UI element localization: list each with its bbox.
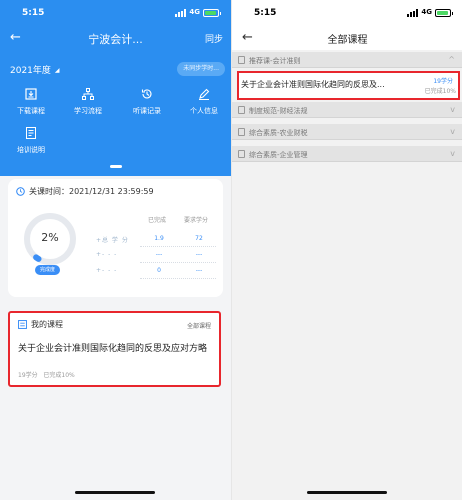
flow-icon [82,88,94,100]
page-title: 全部课程 [327,35,368,46]
menu-personal-info[interactable]: 个人信息 [181,88,227,116]
chevron-down-icon: v [450,105,455,114]
download-icon [25,88,37,100]
menu-label: 下载课程 [17,107,45,115]
section-regulations[interactable]: 制度规范-财经法规 v [232,102,462,118]
document-icon [26,127,36,139]
section-enterprise-mgmt[interactable]: 综合素质-企业管理 v [232,146,462,162]
course-meta: 19学分 已完成10% [18,370,75,379]
clock-icon [16,187,25,196]
page-indicator [110,165,122,168]
menu-label: 听课记录 [133,107,161,115]
menu-label: 培训说明 [17,146,45,154]
section-label: 综合素质-企业管理 [249,151,308,159]
status-bar: 5:15 4G [0,0,231,26]
year-selector[interactable]: 2021年度 ◢ [10,63,60,76]
stat-label: +- - - [96,267,118,274]
folder-icon [238,56,245,64]
year-label: 2021年度 [10,66,51,76]
col-done-header: 已完成 [148,217,167,224]
chevron-down-icon: v [450,127,455,136]
network-label: 4G [189,8,200,16]
chevron-up-icon: ^ [448,55,455,64]
section-label: 综合素质-农业财税 [249,129,308,137]
all-courses-link[interactable]: 全部课程 [187,321,211,330]
home-indicator[interactable] [307,491,387,494]
edit-icon [199,88,210,100]
list-icon [18,320,27,329]
progress-label: 完成度 [35,265,61,275]
stat-done: 1.9 [154,235,164,242]
stat-row: +- - - 0 --- [96,267,216,277]
battery-icon [435,9,453,17]
section-label: 推荐课-会计准则 [249,57,301,65]
menu-label: 学习流程 [74,107,102,115]
folder-icon [238,128,245,136]
status-time: 5:15 [22,8,45,18]
chevron-down-icon: v [450,149,455,158]
menu-label: 个人信息 [190,107,218,115]
stat-label: +- - - [96,251,118,258]
menu-listen-records[interactable]: 听课记录 [124,88,170,116]
header-panel: 5:15 4G ← 宁波会计... 同步 2021年度 ◢ 未同步学时... 下载… [0,0,231,176]
progress-card: 关课时间：2021/12/31 23:59:59 2% 完成度 已完成 要求学分… [8,179,223,297]
history-icon [141,89,152,99]
folder-icon [238,106,245,114]
my-courses-label: 我的课程 [31,320,63,329]
stat-done: 0 [157,267,161,274]
course-credits: 19学分 [433,78,453,85]
menu-download-courses[interactable]: 下载课程 [8,88,54,116]
section-agri-tax[interactable]: 综合素质-农业财税 v [232,124,462,140]
sync-button[interactable]: 同步 [205,32,223,45]
progress-value: 2% [41,231,59,244]
course-progress: 已完成10% [43,372,75,379]
section-recommended[interactable]: 推荐课-会计准则 ^ [232,52,462,68]
divider [140,262,216,263]
deadline: 关课时间：2021/12/31 23:59:59 [16,186,154,197]
course-credits: 19学分 [18,372,38,379]
caret-down-icon: ◢ [54,67,60,74]
my-courses-card[interactable]: 我的课程 全部课程 关于企业会计准则国际化趋同的反思及应对方略 19学分 已完成… [8,311,221,387]
deadline-text: 关课时间：2021/12/31 23:59:59 [29,187,154,196]
status-time: 5:15 [254,8,277,18]
stat-row: +总 学 分 1.9 72 [96,235,216,245]
stat-label: +总 学 分 [96,237,129,244]
home-indicator[interactable] [75,491,155,494]
divider [140,278,216,279]
network-label: 4G [421,8,432,16]
battery-icon [203,9,221,17]
course-name: 关于企业会计准则国际化趋同的反思及... [241,80,385,89]
stat-done: --- [155,251,163,258]
my-courses-title: 我的课程 [18,319,63,330]
menu-training-notes[interactable]: 培训说明 [8,127,54,155]
nav-bar: ← 宁波会计... 同步 [0,26,231,50]
all-courses-screen: 5:15 4G ← 全部课程 推荐课-会计准则 ^ 关于企业会计准则国际化趋同的… [231,0,462,500]
course-progress: 已完成10% [424,88,456,95]
unsync-hours-badge[interactable]: 未同步学时... [177,62,225,76]
section-label: 制度规范-财经法规 [249,107,308,115]
col-required-header: 要求学分 [184,217,209,224]
signal-icon [407,9,419,17]
folder-icon [238,150,245,158]
divider [140,246,216,247]
stat-required: 72 [195,235,203,242]
home-screen: 5:15 4G ← 宁波会计... 同步 2021年度 ◢ 未同步学时... 下载… [0,0,231,500]
nav-bar: ← 全部课程 [232,26,462,50]
menu-study-flow[interactable]: 学习流程 [65,88,111,116]
stat-row: +- - - --- --- [96,251,216,261]
signal-icon [175,9,187,17]
course-row[interactable]: 关于企业会计准则国际化趋同的反思及... 19学分 已完成10% [237,71,460,100]
stat-required: --- [195,251,203,258]
course-name[interactable]: 关于企业会计准则国际化趋同的反思及应对方略 [18,343,213,355]
stat-required: --- [195,267,203,274]
status-bar: 5:15 4G [232,0,462,26]
page-title: 宁波会计... [88,33,143,46]
